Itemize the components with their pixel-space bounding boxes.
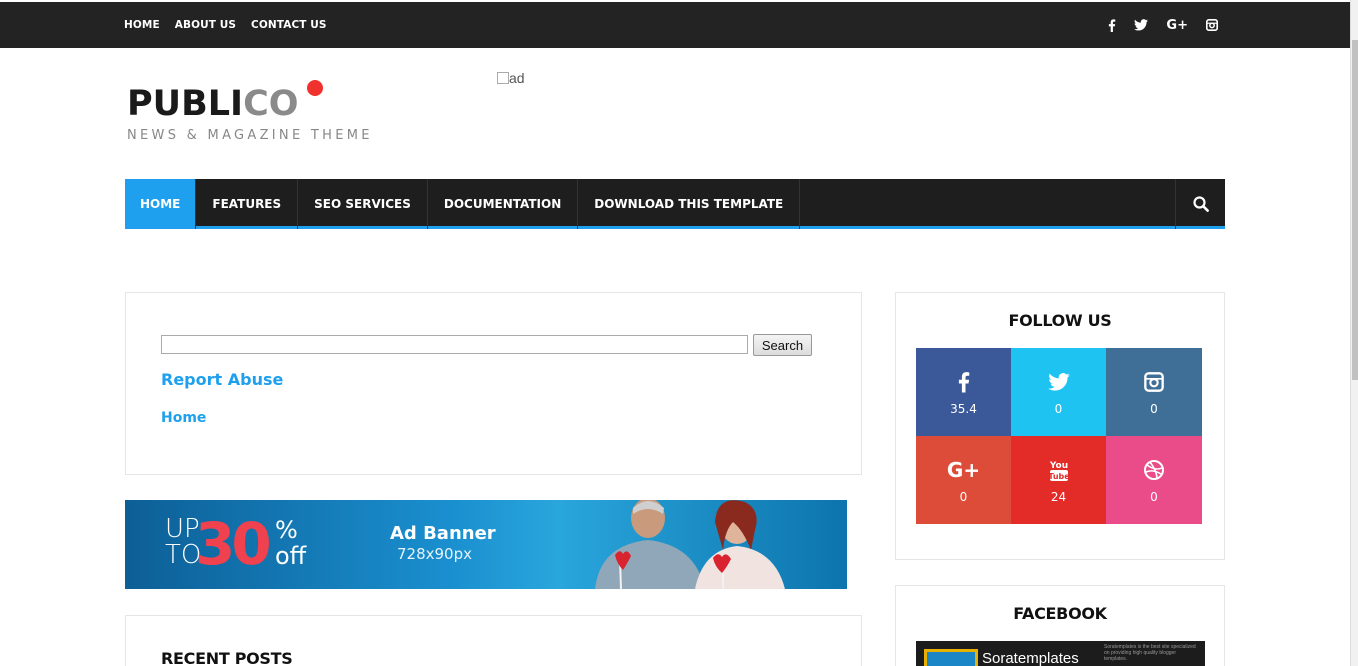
- facebook-page-description: Soratemplates is the best site specializ…: [1104, 644, 1196, 662]
- banner-percent-sign: %: [275, 516, 298, 544]
- top-social-icons: G+: [1090, 2, 1218, 48]
- facebook-icon: [958, 368, 970, 396]
- facebook-page-plugin[interactable]: Soratemplates Soratemplates is the best …: [916, 641, 1205, 666]
- broken-image-icon: [497, 72, 509, 84]
- svg-text:Tube: Tube: [1049, 472, 1069, 481]
- page-scrollbar[interactable]: [1350, 0, 1358, 666]
- scrollbar-thumb[interactable]: [1352, 40, 1358, 380]
- site-logo[interactable]: PUBLICO NEWS & MAGAZINE THEME: [127, 80, 373, 143]
- google-plus-icon[interactable]: G+: [1166, 18, 1188, 33]
- social-count-twitter: 0: [1054, 402, 1063, 416]
- logo-dot: [307, 80, 323, 96]
- banner-couple-image: [595, 500, 785, 589]
- banner-title: Ad Banner: [390, 523, 496, 544]
- social-count-instagram: 0: [1150, 402, 1158, 416]
- search-input[interactable]: [161, 335, 748, 354]
- follow-us-title: FOLLOW US: [1008, 311, 1112, 330]
- ad-banner[interactable]: UP TO 30 % off Ad Banner 728x90px: [125, 500, 847, 589]
- social-tile-facebook[interactable]: 35.4: [916, 348, 1011, 436]
- social-counter-grid: 35.4 0 0 G+ 0 You Tube 24 0: [916, 348, 1202, 524]
- twitter-icon[interactable]: [1134, 19, 1149, 31]
- header-ad-alt: ad: [509, 70, 525, 86]
- top-link-contact-us[interactable]: CONTACT US: [251, 19, 327, 31]
- nav-item-home[interactable]: HOME: [125, 179, 197, 229]
- home-link[interactable]: Home: [161, 410, 206, 426]
- top-link-about-us[interactable]: ABOUT US: [175, 19, 236, 31]
- nav-search-button[interactable]: [1175, 179, 1225, 229]
- nav-item-features[interactable]: FEATURES: [196, 179, 299, 229]
- recent-posts-widget: RECENT POSTS: [125, 615, 862, 666]
- google-plus-icon: G+: [946, 458, 981, 482]
- facebook-title: FACEBOOK: [1013, 604, 1107, 623]
- logo-tagline: NEWS & MAGAZINE THEME: [127, 128, 373, 143]
- banner-percent-off: % off: [275, 517, 306, 569]
- banner-off: off: [275, 542, 307, 570]
- social-tile-dribbble[interactable]: 0: [1106, 436, 1202, 524]
- header-ad-image[interactable]: ad: [497, 70, 525, 86]
- twitter-icon: [1047, 368, 1070, 396]
- social-count-youtube: 24: [1050, 490, 1067, 504]
- nav-item-documentation[interactable]: DOCUMENTATION: [428, 179, 579, 229]
- facebook-page-name[interactable]: Soratemplates: [982, 650, 1079, 666]
- nav-item-download-template[interactable]: DOWNLOAD THIS TEMPLATE: [578, 179, 801, 229]
- dribbble-icon: [1143, 456, 1165, 484]
- main-nav: HOME FEATURES SEO SERVICES DOCUMENTATION…: [125, 179, 1225, 229]
- social-tile-google-plus[interactable]: G+ 0: [916, 436, 1011, 524]
- facebook-widget: FACEBOOK Soratemplates Soratemplates is …: [895, 585, 1225, 666]
- recent-posts-title: RECENT POSTS: [161, 649, 293, 666]
- facebook-page-thumbnail: [924, 649, 978, 666]
- social-tile-youtube[interactable]: You Tube 24: [1011, 436, 1106, 524]
- facebook-icon[interactable]: [1108, 18, 1116, 32]
- social-count-dribbble: 0: [1150, 490, 1158, 504]
- social-tile-twitter[interactable]: 0: [1011, 348, 1106, 436]
- social-tile-instagram[interactable]: 0: [1106, 348, 1202, 436]
- search-widget: Search Report Abuse Home: [125, 292, 862, 475]
- nav-item-seo-services[interactable]: SEO SERVICES: [298, 179, 428, 229]
- top-links: HOME ABOUT US CONTACT US: [124, 2, 342, 48]
- svg-text:You: You: [1049, 461, 1068, 471]
- youtube-icon: You Tube: [1049, 456, 1069, 484]
- banner-percent-value: 30: [195, 510, 272, 578]
- follow-us-widget: FOLLOW US 35.4 0 0 G+ 0 You Tube 24 0: [895, 292, 1225, 560]
- logo-wordmark: PUBLICO: [127, 84, 373, 124]
- search-button[interactable]: Search: [753, 334, 812, 356]
- report-abuse-link[interactable]: Report Abuse: [161, 370, 283, 389]
- social-count-facebook: 35.4: [950, 402, 977, 416]
- banner-size: 728x90px: [397, 545, 472, 563]
- instagram-icon: [1144, 368, 1164, 396]
- search-icon: [1192, 196, 1209, 212]
- logo-part1: PUBLI: [127, 84, 244, 124]
- top-link-home[interactable]: HOME: [124, 19, 160, 31]
- top-bar: HOME ABOUT US CONTACT US G+: [0, 2, 1350, 48]
- instagram-icon[interactable]: [1206, 19, 1218, 31]
- social-count-google-plus: 0: [959, 490, 968, 504]
- logo-part2: CO: [243, 84, 299, 124]
